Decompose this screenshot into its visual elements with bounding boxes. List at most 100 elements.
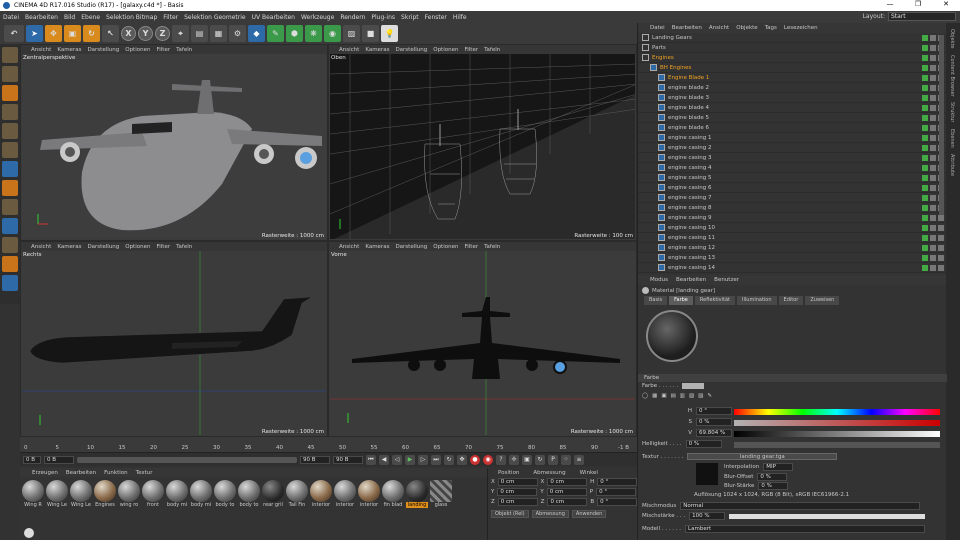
object-name[interactable]: engine casing 11: [668, 235, 922, 241]
object-row[interactable]: engine blade 5: [638, 113, 946, 123]
texture-tag-icon[interactable]: [930, 204, 936, 211]
coord-field[interactable]: 0 cm: [547, 498, 588, 506]
object-row[interactable]: engine casing 2: [638, 143, 946, 153]
visibility-check-icon[interactable]: [922, 254, 928, 261]
object-name[interactable]: Engine Blade 1: [668, 75, 922, 81]
render-view-icon[interactable]: ▤: [191, 25, 208, 42]
object-name[interactable]: engine blade 3: [668, 95, 922, 101]
coord-field[interactable]: 0 cm: [497, 478, 538, 486]
loop-icon[interactable]: ↻: [444, 454, 454, 465]
texture-tag-icon[interactable]: [930, 134, 936, 141]
texture-tag-icon[interactable]: [930, 114, 936, 121]
texture-tag-icon[interactable]: [938, 264, 944, 271]
menu-item[interactable]: Ebene: [81, 14, 100, 21]
environment-icon[interactable]: ▨: [343, 25, 360, 42]
material-swatch[interactable]: body mi: [166, 480, 188, 508]
position-key-icon[interactable]: ✢: [509, 454, 519, 465]
texture-tag-icon[interactable]: [938, 224, 944, 231]
material-menu-item[interactable]: Textur: [136, 470, 153, 476]
autokey-icon[interactable]: ◉: [483, 454, 493, 465]
scale-tool-icon[interactable]: ▣: [64, 25, 81, 42]
attribute-tab[interactable]: Illumination: [737, 296, 777, 305]
texture-tag-icon[interactable]: [930, 194, 936, 201]
viewport-menu-item[interactable]: Kameras: [365, 47, 389, 53]
spectrum-icon[interactable]: ▦: [652, 393, 657, 399]
points-mode-icon[interactable]: [2, 123, 18, 139]
visibility-check-icon[interactable]: [922, 104, 928, 111]
menu-item[interactable]: Bearbeiten: [25, 14, 58, 21]
menu-item[interactable]: Skript: [401, 14, 419, 21]
menu-item[interactable]: Selektion Geometrie: [184, 14, 245, 21]
texture-tag-icon[interactable]: [938, 234, 944, 241]
viewport-menu-item[interactable]: Optionen: [125, 244, 150, 250]
visibility-check-icon[interactable]: [922, 194, 928, 201]
viewport-menu-item[interactable]: Kameras: [57, 47, 81, 53]
polygons-mode-icon[interactable]: [2, 161, 18, 177]
visibility-check-icon[interactable]: [922, 234, 928, 241]
object-row[interactable]: engine blade 2: [638, 83, 946, 93]
edges-mode-icon[interactable]: [2, 142, 18, 158]
blur-strength-field[interactable]: 0 %: [758, 482, 789, 490]
material-swatch[interactable]: Tail Fin: [286, 480, 308, 508]
visibility-check-icon[interactable]: [922, 204, 928, 211]
texture-tag-icon[interactable]: [930, 224, 936, 231]
material-swatch[interactable]: Wing Le: [70, 480, 92, 508]
material-swatch[interactable]: wing ro: [118, 480, 140, 508]
brightness-field[interactable]: 0 %: [685, 440, 722, 448]
deformer-icon[interactable]: ◉: [324, 25, 341, 42]
object-name[interactable]: engine casing 6: [668, 185, 922, 191]
texture-tag-icon[interactable]: [930, 34, 936, 41]
texture-tag-icon[interactable]: [930, 94, 936, 101]
texture-tag-icon[interactable]: [930, 184, 936, 191]
visibility-check-icon[interactable]: [922, 64, 928, 71]
coord-field[interactable]: 0 °: [597, 498, 638, 506]
viewport-menu-item[interactable]: Darstellung: [87, 47, 119, 53]
saturation-slider[interactable]: [734, 420, 940, 426]
viewport-menu-item[interactable]: Kameras: [365, 244, 389, 250]
texture-tag-icon[interactable]: [930, 44, 936, 51]
attribute-tab[interactable]: Reflektivität: [694, 296, 736, 305]
material-swatch[interactable]: body mi: [190, 480, 212, 508]
texture-tag-icon[interactable]: [930, 254, 936, 261]
object-row[interactable]: Landing Gears: [638, 33, 946, 43]
visibility-check-icon[interactable]: [922, 214, 928, 221]
object-row[interactable]: Engines: [638, 53, 946, 63]
keyframe-selection-icon[interactable]: ?: [496, 454, 506, 465]
coord-field[interactable]: 0 cm: [497, 498, 538, 506]
object-row[interactable]: engine casing 9: [638, 213, 946, 223]
viewport-menu-item[interactable]: Filter: [156, 244, 170, 250]
attribute-menu-item[interactable]: Benutzer: [714, 277, 739, 283]
attribute-menu-item[interactable]: Modus: [650, 277, 668, 283]
material-swatch[interactable]: Wing Le: [46, 480, 68, 508]
viewport-menu-item[interactable]: Darstellung: [395, 244, 427, 250]
recent-tool-icon[interactable]: ↖: [102, 25, 119, 42]
attribute-tab[interactable]: Farbe: [669, 296, 693, 305]
object-name[interactable]: engine casing 2: [668, 145, 922, 151]
hsv-icon[interactable]: ▥: [680, 393, 685, 399]
object-menu-item[interactable]: Ansicht: [709, 25, 729, 31]
quantize-icon[interactable]: [2, 237, 18, 253]
viewport-menu-item[interactable]: Tafeln: [484, 47, 500, 53]
visibility-check-icon[interactable]: [922, 94, 928, 101]
coord-field[interactable]: 0 cm: [546, 488, 587, 496]
texture-tag-icon[interactable]: [930, 54, 936, 61]
menu-item[interactable]: UV Bearbeiten: [252, 14, 295, 21]
viewport-menu-item[interactable]: Optionen: [433, 47, 458, 53]
viewport-menu-item[interactable]: Ansicht: [31, 244, 51, 250]
value-field[interactable]: 69.804 %: [696, 429, 732, 437]
make-editable-icon[interactable]: [2, 47, 18, 63]
object-name[interactable]: engine blade 4: [668, 105, 922, 111]
object-row[interactable]: engine casing 4: [638, 163, 946, 173]
model-mode-icon[interactable]: [2, 66, 18, 82]
visibility-check-icon[interactable]: [922, 144, 928, 151]
attribute-tab[interactable]: Editor: [778, 296, 804, 305]
render-picture-viewer-icon[interactable]: ▦: [210, 25, 227, 42]
viewport-menu-item[interactable]: Tafeln: [176, 47, 192, 53]
object-name[interactable]: Engines: [652, 55, 922, 61]
point-level-icon[interactable]: ⁘: [561, 454, 571, 465]
object-name[interactable]: engine casing 14: [668, 265, 922, 271]
viewport-menu-item[interactable]: Kameras: [57, 244, 81, 250]
texture-tag-icon[interactable]: [930, 104, 936, 111]
material-swatch[interactable]: landing: [406, 480, 428, 508]
min-frame-field[interactable]: 0 B: [23, 455, 41, 464]
